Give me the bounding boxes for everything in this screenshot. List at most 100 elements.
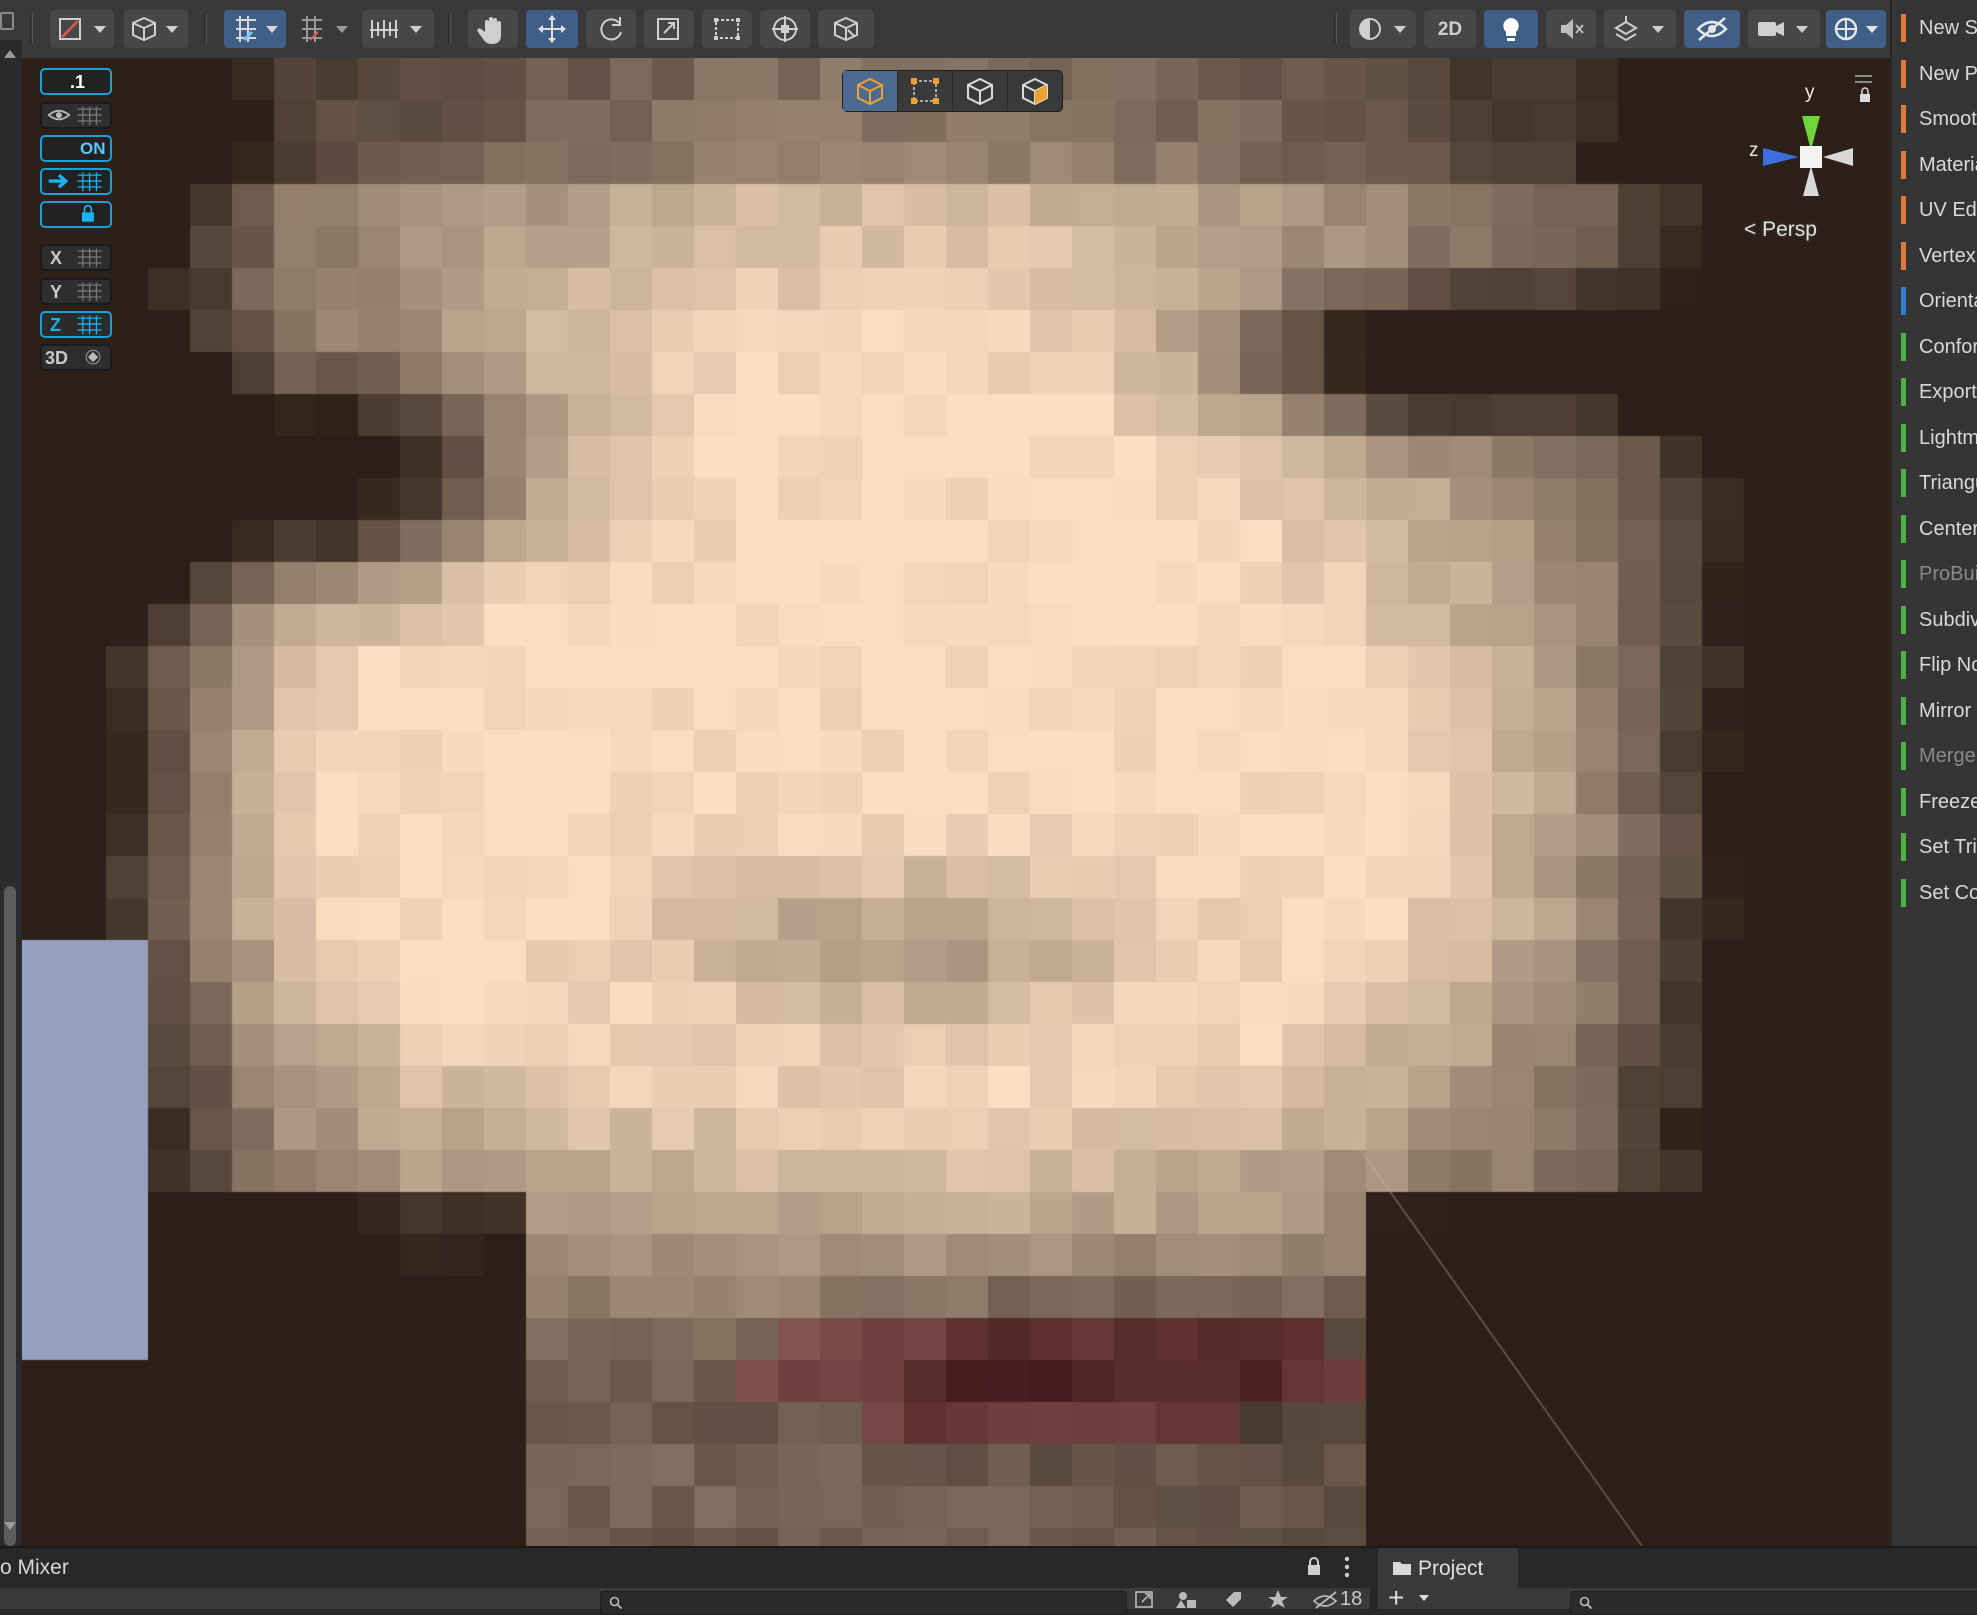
3d-grid-icon	[85, 349, 101, 365]
increment-snap-button[interactable]	[292, 10, 356, 48]
push-to-grid-button[interactable]	[40, 168, 112, 195]
category-color-bar	[1901, 378, 1906, 406]
category-color-bar	[1901, 59, 1906, 88]
lighting-toggle-button[interactable]	[1484, 10, 1538, 48]
custom-tool-button[interactable]	[818, 10, 874, 48]
lock-icon[interactable]	[1305, 1555, 1323, 1577]
scroll-down-arrow-icon[interactable]	[2, 1520, 18, 1532]
pixelated-face-image	[22, 58, 1890, 1546]
kebab-menu-icon[interactable]	[1343, 1555, 1351, 1579]
rotate-tool-button[interactable]	[586, 10, 636, 48]
action-label: Lightmap UVs	[1919, 426, 1977, 449]
chevron-left-icon: <	[1744, 218, 1757, 241]
axis-z-toggle[interactable]: Z	[40, 311, 112, 338]
panel-menu-icon[interactable]	[0, 12, 14, 30]
hierarchy-search-input[interactable]	[600, 1591, 1127, 1615]
snap-on-toggle[interactable]: ON	[40, 135, 112, 162]
gizmo-z-axis[interactable]	[1763, 148, 1799, 166]
probuilder-action-item[interactable]: Set Collider	[1901, 877, 1977, 911]
probuilder-action-item[interactable]: Material Editor	[1901, 149, 1977, 183]
rotate-icon	[600, 17, 622, 41]
action-label: Freeze Transform	[1919, 790, 1977, 813]
3d-grid-toggle[interactable]: 3D	[40, 344, 112, 371]
probuilder-action-item[interactable]: Orientation	[1901, 285, 1977, 319]
scroll-up-arrow-icon[interactable]	[2, 48, 18, 60]
persp-label: Persp	[1762, 218, 1817, 241]
audio-toggle-button[interactable]	[1546, 10, 1596, 48]
probuilder-action-item[interactable]: Center Pivot	[1901, 513, 1977, 547]
vertex-select-icon	[911, 78, 939, 104]
chevron-down-icon[interactable]	[1418, 1594, 1430, 1602]
face-mode-button[interactable]	[1008, 71, 1062, 111]
action-label: Subdivide	[1919, 608, 1977, 631]
probuilder-action-item[interactable]: ProBuilderize	[1901, 558, 1977, 592]
gizmo-lock-icon[interactable]	[1860, 87, 1870, 102]
lightbulb-icon	[1503, 18, 1519, 41]
draw-tool-button[interactable]	[50, 10, 114, 48]
2d-toggle-button[interactable]: 2D	[1424, 10, 1476, 48]
probuilder-action-item[interactable]: Merge Objects	[1901, 740, 1977, 774]
scale-tool-button[interactable]	[644, 10, 694, 48]
scene-camera-button[interactable]	[1748, 10, 1820, 48]
grid-snap-button[interactable]	[224, 10, 286, 48]
grid-snap-icon	[236, 16, 278, 42]
probuilder-action-item[interactable]: Flip Normals	[1901, 649, 1977, 683]
effects-button[interactable]	[1604, 10, 1676, 48]
draw-mode-button[interactable]	[1350, 10, 1416, 48]
probuilder-action-item[interactable]: Set Trigger	[1901, 831, 1977, 865]
gizmo-x-axis[interactable]	[1823, 148, 1853, 166]
probuilder-action-item[interactable]: UV Editor	[1901, 194, 1977, 228]
element-mode-toolbar	[842, 70, 1063, 112]
probuilder-action-item[interactable]: New Shape	[1901, 12, 1977, 46]
add-button[interactable]: +	[1388, 1582, 1404, 1614]
object-mode-button[interactable]	[843, 71, 898, 111]
audio-muted-icon	[1561, 19, 1584, 39]
action-label: Export	[1919, 381, 1977, 403]
rect-tool-button[interactable]	[702, 10, 752, 48]
probuilder-action-item[interactable]: Subdivide	[1901, 604, 1977, 638]
grid-size-field[interactable]: .1	[40, 68, 112, 95]
grid-icon	[77, 282, 102, 302]
probuilder-action-item[interactable]: New Poly Shape	[1901, 58, 1977, 92]
axis-x-toggle[interactable]: X	[40, 244, 112, 271]
grid-lock-toggle[interactable]	[40, 201, 112, 228]
action-label: Center Pivot	[1919, 517, 1977, 540]
gizmo-y-axis[interactable]	[1802, 116, 1820, 150]
probuilder-action-item[interactable]: Export	[1901, 376, 1977, 410]
scene-visibility-button[interactable]	[1684, 10, 1740, 48]
probuilder-action-item[interactable]: Mirror Objects	[1901, 695, 1977, 729]
scrollbar-thumb[interactable]	[4, 886, 16, 1546]
probuilder-action-item[interactable]: Conform Normals	[1901, 331, 1977, 365]
scene-view[interactable]: .1 ON X Y Z 3D y z < Persp	[22, 58, 1890, 1546]
cube-tool-button[interactable]	[124, 10, 188, 48]
search-icon	[609, 1596, 623, 1610]
perspective-toggle[interactable]: < Persp	[1744, 218, 1817, 242]
edge-cube-icon	[967, 77, 993, 106]
transform-tool-button[interactable]	[760, 10, 810, 48]
gizmo-neg-y-axis[interactable]	[1803, 166, 1819, 196]
category-color-bar	[1901, 150, 1906, 179]
gizmo-center[interactable]	[1800, 146, 1822, 168]
project-search-input[interactable]	[1570, 1591, 1977, 1615]
toolbar-separator	[30, 14, 33, 44]
edge-mode-button[interactable]	[953, 71, 1008, 111]
probuilder-action-item[interactable]: Smoothing	[1901, 103, 1977, 137]
toolbar-separator	[1334, 14, 1337, 44]
probuilder-action-item[interactable]: Triangulate	[1901, 467, 1977, 501]
probuilder-action-item[interactable]: Freeze Transform	[1901, 786, 1977, 820]
axis-y-toggle[interactable]: Y	[40, 278, 112, 305]
vertex-mode-button[interactable]	[898, 71, 953, 111]
audio-mixer-tab[interactable]: o Mixer	[0, 1556, 69, 1580]
gizmos-button[interactable]	[1826, 10, 1886, 48]
move-tool-button[interactable]	[526, 10, 578, 48]
action-label: Merge Objects	[1919, 745, 1977, 767]
probuilder-action-item[interactable]: Vertex Colors	[1901, 240, 1977, 274]
align-button[interactable]	[362, 10, 434, 48]
probuilder-action-item[interactable]: Lightmap UVs	[1901, 422, 1977, 456]
action-label: New Shape	[1919, 17, 1977, 39]
grid-visibility-toggle[interactable]	[40, 102, 112, 129]
scale-icon	[657, 18, 679, 40]
hand-tool-button[interactable]	[468, 10, 518, 48]
left-scrollbar[interactable]	[0, 40, 22, 1546]
grid-size-value: .1	[70, 72, 86, 92]
